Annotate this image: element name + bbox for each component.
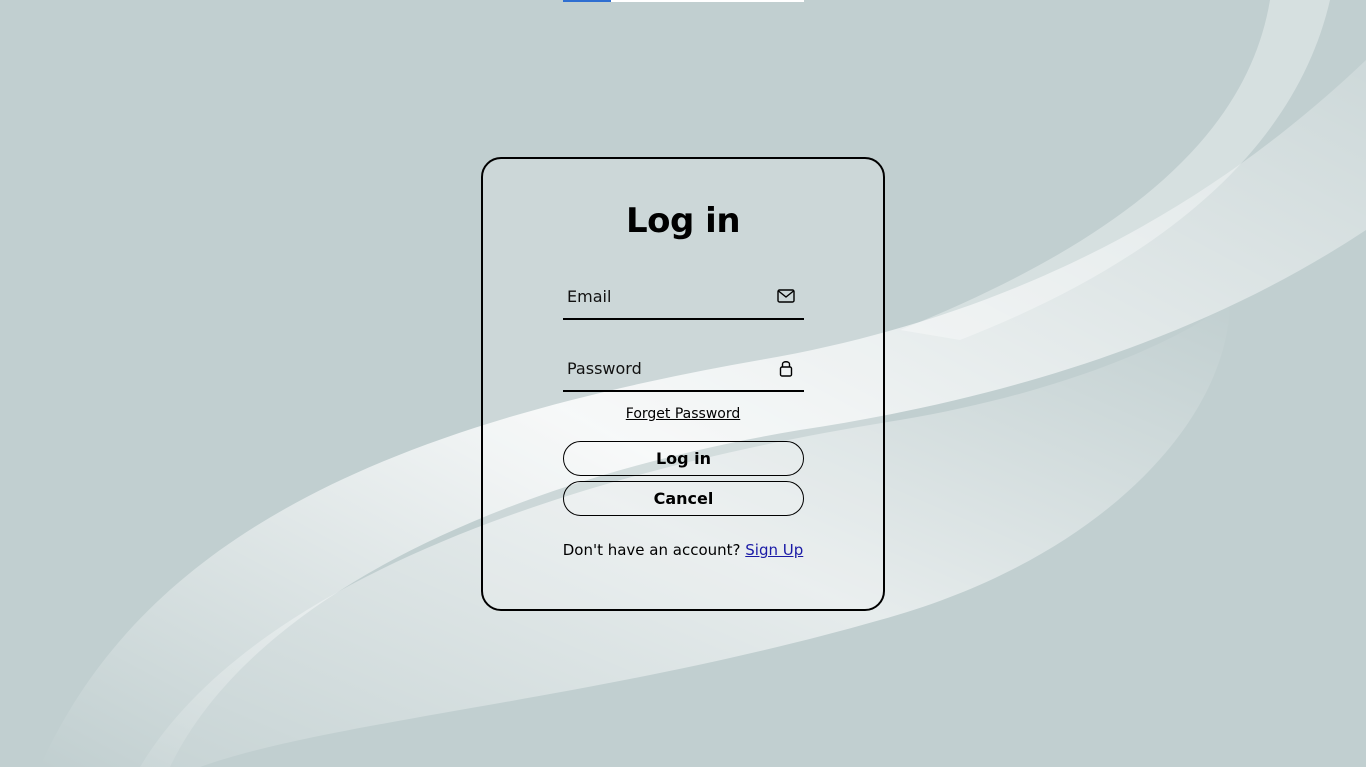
signup-prompt: Don't have an account? [562, 541, 746, 559]
progress-fill [563, 0, 612, 2]
login-title: Log in [625, 201, 741, 241]
login-button[interactable]: Log in [563, 441, 804, 476]
forgot-password-link[interactable]: Forget Password [626, 406, 740, 422]
password-input[interactable] [563, 348, 767, 388]
forgot-password-row: Forget Password [483, 406, 883, 422]
mail-icon [776, 286, 796, 306]
signup-link[interactable]: Sign Up [745, 541, 803, 559]
password-field [563, 348, 804, 392]
signup-row: Don't have an account? Sign Up [483, 541, 883, 559]
lock-icon [776, 358, 796, 378]
login-card: Log in Forget Password Log in Cancel Don… [481, 157, 885, 611]
email-field [563, 276, 804, 320]
email-input[interactable] [563, 276, 767, 316]
top-progress-bar [563, 0, 804, 2]
cancel-button[interactable]: Cancel [563, 481, 804, 516]
